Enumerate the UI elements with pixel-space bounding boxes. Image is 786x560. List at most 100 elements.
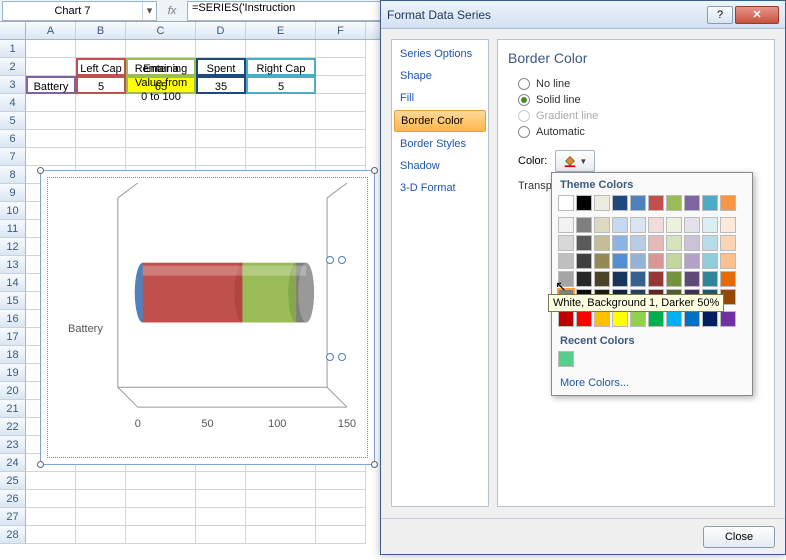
sidenav-shadow[interactable]: Shadow (394, 156, 486, 176)
color-swatch[interactable] (702, 217, 718, 233)
color-swatch[interactable] (648, 235, 664, 251)
chart-object[interactable]: 0 50 100 150 Battery (40, 170, 375, 465)
color-swatch[interactable] (684, 253, 700, 269)
color-swatch[interactable] (648, 271, 664, 287)
col-header[interactable]: F (316, 22, 366, 39)
row-header[interactable]: 9 (0, 184, 26, 202)
row-header[interactable]: 22 (0, 418, 26, 436)
row-header[interactable]: 11 (0, 220, 26, 238)
color-swatch[interactable] (630, 235, 646, 251)
color-swatch[interactable] (684, 195, 700, 211)
series-selection-handle[interactable] (338, 256, 346, 264)
help-button[interactable]: ? (707, 6, 733, 24)
color-swatch[interactable] (594, 217, 610, 233)
cell-header-remaining[interactable]: Remaining (126, 58, 196, 76)
sidenav-fill[interactable]: Fill (394, 88, 486, 108)
col-header[interactable]: C (126, 22, 196, 39)
color-swatch[interactable] (594, 311, 610, 327)
col-header[interactable]: E (246, 22, 316, 39)
row-header[interactable]: 17 (0, 328, 26, 346)
cell-rightcap[interactable]: 5 (246, 76, 316, 94)
color-swatch[interactable] (666, 311, 682, 327)
chart-resize-handle[interactable] (371, 167, 378, 174)
chart-resize-handle[interactable] (37, 461, 44, 468)
cell-header-leftcap[interactable]: Left Cap (76, 58, 126, 76)
more-colors-link[interactable]: More Colors... (558, 373, 746, 389)
color-swatch[interactable] (702, 235, 718, 251)
series-selection-handle[interactable] (326, 256, 334, 264)
radio-no-line[interactable]: No line (508, 76, 764, 92)
color-swatch[interactable] (630, 253, 646, 269)
row-header[interactable]: 15 (0, 292, 26, 310)
row-header[interactable]: 7 (0, 148, 26, 166)
color-swatch[interactable] (720, 253, 736, 269)
color-swatch[interactable] (666, 217, 682, 233)
color-swatch[interactable] (684, 235, 700, 251)
row-header[interactable]: 2 (0, 58, 26, 76)
chart-resize-handle[interactable] (37, 167, 44, 174)
color-swatch[interactable] (702, 311, 718, 327)
row-header[interactable]: 1 (0, 40, 26, 58)
close-button[interactable]: Close (703, 526, 775, 548)
sidenav-border-styles[interactable]: Border Styles (394, 134, 486, 154)
row-header[interactable]: 27 (0, 508, 26, 526)
row-header[interactable]: 28 (0, 526, 26, 544)
color-swatch[interactable] (720, 311, 736, 327)
chart-plot-area[interactable]: 0 50 100 150 Battery (47, 177, 368, 458)
color-swatch[interactable] (720, 195, 736, 211)
name-box-dropdown-icon[interactable]: ▾ (142, 2, 156, 20)
row-header[interactable]: 13 (0, 256, 26, 274)
color-swatch[interactable] (630, 195, 646, 211)
color-picker-button[interactable]: ▼ (555, 150, 595, 172)
window-close-button[interactable]: ✕ (735, 6, 779, 24)
color-swatch[interactable] (612, 271, 628, 287)
color-swatch[interactable] (666, 195, 682, 211)
sidenav-shape[interactable]: Shape (394, 66, 486, 86)
sidenav-3d-format[interactable]: 3-D Format (394, 178, 486, 198)
color-swatch[interactable] (630, 311, 646, 327)
cell-spent[interactable]: 35 (196, 76, 246, 94)
series-selection-handle[interactable] (326, 353, 334, 361)
color-swatch[interactable] (630, 271, 646, 287)
color-swatch[interactable] (558, 351, 574, 367)
color-swatch[interactable] (720, 235, 736, 251)
color-swatch[interactable] (558, 195, 574, 211)
color-swatch[interactable] (648, 311, 664, 327)
color-swatch[interactable] (612, 235, 628, 251)
select-all-corner[interactable] (0, 22, 26, 39)
color-swatch[interactable] (666, 271, 682, 287)
color-swatch[interactable] (576, 235, 592, 251)
color-swatch[interactable] (612, 253, 628, 269)
color-swatch[interactable] (648, 195, 664, 211)
col-header[interactable]: A (26, 22, 76, 39)
color-swatch[interactable] (720, 217, 736, 233)
color-swatch[interactable] (702, 195, 718, 211)
color-swatch[interactable] (630, 217, 646, 233)
row-header[interactable]: 6 (0, 130, 26, 148)
radio-solid-line[interactable]: Solid line (508, 92, 764, 108)
col-header[interactable]: B (76, 22, 126, 39)
row-header[interactable]: 4 (0, 94, 26, 112)
row-header[interactable]: 12 (0, 238, 26, 256)
name-box[interactable]: Chart 7 ▾ (2, 1, 157, 21)
series-selection-handle[interactable] (338, 353, 346, 361)
color-swatch[interactable] (684, 311, 700, 327)
color-swatch[interactable] (594, 271, 610, 287)
row-header[interactable]: 18 (0, 346, 26, 364)
color-swatch[interactable] (648, 253, 664, 269)
color-swatch[interactable] (594, 195, 610, 211)
row-header[interactable]: 10 (0, 202, 26, 220)
sidenav-border-color[interactable]: Border Color (394, 110, 486, 132)
col-header[interactable]: D (196, 22, 246, 39)
color-swatch[interactable] (612, 195, 628, 211)
cell-leftcap[interactable]: 5 (76, 76, 126, 94)
color-swatch[interactable] (558, 311, 574, 327)
dialog-titlebar[interactable]: Format Data Series ? ✕ (381, 1, 785, 29)
row-header[interactable]: 14 (0, 274, 26, 292)
cell-label-battery[interactable]: Battery (26, 76, 76, 94)
sidenav-series-options[interactable]: Series Options (394, 44, 486, 64)
fx-icon[interactable]: fx (157, 5, 187, 17)
color-swatch[interactable] (594, 253, 610, 269)
row-header[interactable]: 26 (0, 490, 26, 508)
row-header[interactable]: 23 (0, 436, 26, 454)
